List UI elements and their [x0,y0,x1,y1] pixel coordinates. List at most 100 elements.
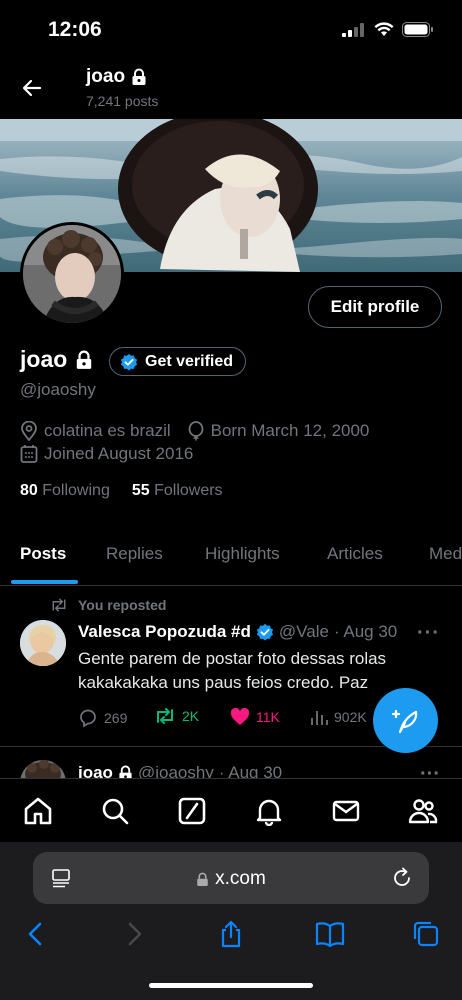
nav-communities[interactable] [408,796,438,826]
get-verified-label: Get verified [145,352,234,370]
following-count: 80 [20,482,38,499]
reload-icon[interactable] [391,867,413,889]
active-tab-indicator [11,580,78,584]
avatar-image [23,225,121,323]
post-actions: 269 2K 11K 902K [78,708,378,730]
url-text: x.com [215,868,266,889]
lock-icon [77,350,92,369]
status-icons [342,22,434,37]
header-name: joao [86,66,126,87]
post-author-avatar[interactable] [20,620,66,666]
browser-forward-button[interactable] [120,920,148,948]
nav-grok[interactable] [177,796,207,826]
tabs-icon [413,921,439,947]
repost-label: You reposted [78,597,167,613]
bottom-navigation [0,778,462,842]
repost-count: 2K [182,708,200,724]
search-icon [102,798,129,825]
profile-meta-row-2: Joined August 2016 [20,444,193,464]
repost-icon [157,708,173,724]
profile-name: joao [20,346,93,373]
nav-messages[interactable] [331,796,361,826]
grok-icon [178,797,206,825]
avatar-image [20,620,66,666]
followers-label: Followers [154,482,223,499]
share-icon [221,920,241,948]
heart-icon [230,708,250,725]
nav-search[interactable] [100,796,130,826]
lock-icon [197,872,208,886]
home-indicator [149,983,313,988]
profile-meta-row-1: colatina es brazil Born March 12, 2000 [20,421,369,441]
reply-count: 269 [104,710,128,726]
get-verified-button[interactable]: Get verified [109,347,247,376]
following-label: Following [42,482,110,499]
address-bar[interactable]: x.com [33,852,429,904]
verified-badge-icon [120,353,138,371]
profile-avatar[interactable] [20,222,124,326]
header-title: joao [86,66,147,88]
repost-icon [52,598,66,612]
browser-toolbar: x.com [0,842,462,1000]
compose-feather-icon [391,709,417,733]
followers-count: 55 [131,482,150,499]
url-display: x.com [33,868,429,890]
reply-button[interactable]: 269 [78,708,127,728]
profile-handle: @joaoshy [20,380,96,399]
profile-location: colatina es brazil [44,421,171,440]
post-more-button[interactable]: ··· [417,622,440,645]
share-button[interactable] [217,920,245,948]
header-post-count: 7,241 posts [86,93,159,109]
following-link[interactable]: 80 Following [20,482,110,500]
compose-post-button[interactable] [373,688,438,753]
edit-profile-button[interactable]: Edit profile [308,286,442,328]
tab-highlights[interactable]: Highlights [205,544,280,564]
tab-media[interactable]: Med [429,544,462,564]
wifi-icon [374,22,394,36]
tab-posts[interactable]: Posts [20,544,66,564]
post-text: Gente parem de postar foto dessas rolas … [78,649,387,692]
bookmarks-button[interactable] [315,920,345,948]
balloon-icon [188,421,204,441]
people-icon [408,799,438,824]
back-button[interactable] [20,76,44,100]
post-author-name[interactable]: Valesca Popozuda #d [78,622,251,642]
profile-name-text: joao [20,346,68,372]
battery-icon [402,22,433,37]
like-button[interactable]: 11K [230,708,280,726]
repost-button[interactable]: 2K [154,708,199,724]
browser-back-button[interactable] [22,920,50,948]
lock-icon [132,68,146,85]
bell-icon [256,799,282,826]
view-count: 902K [334,709,367,725]
tab-replies[interactable]: Replies [106,544,163,564]
analytics-icon [311,711,328,725]
post-header: Valesca Popozuda #d @Vale · Aug 30 [78,622,418,642]
mail-icon [332,800,360,822]
followers-link[interactable]: 55 Followers [132,482,223,500]
book-icon [315,922,345,948]
status-time: 12:06 [48,18,102,41]
arrow-left-icon [22,79,42,97]
tab-articles[interactable]: Articles [327,544,383,564]
chevron-left-icon [28,922,42,946]
repost-indicator: You reposted [50,597,166,613]
profile-birthday: Born March 12, 2000 [210,421,370,440]
nav-notifications[interactable] [254,796,284,826]
chevron-right-icon [128,922,142,946]
views-button[interactable]: 902K [310,708,367,726]
profile-joined: Joined August 2016 [44,444,194,463]
post-author-handle: @Vale [278,622,329,641]
follow-stats: 80 Following 55 Followers [20,482,223,500]
home-icon [24,797,52,825]
like-count: 11K [256,709,280,725]
post-date: · Aug 30 [333,622,398,641]
tabs-button[interactable] [412,920,440,948]
nav-home[interactable] [23,796,53,826]
profile-tabs: Posts Replies Highlights Articles Med [0,532,462,586]
location-icon [21,421,37,441]
reply-icon [80,709,96,728]
calendar-icon [20,445,38,463]
signal-icon [342,22,364,37]
verified-badge-icon [256,623,274,641]
